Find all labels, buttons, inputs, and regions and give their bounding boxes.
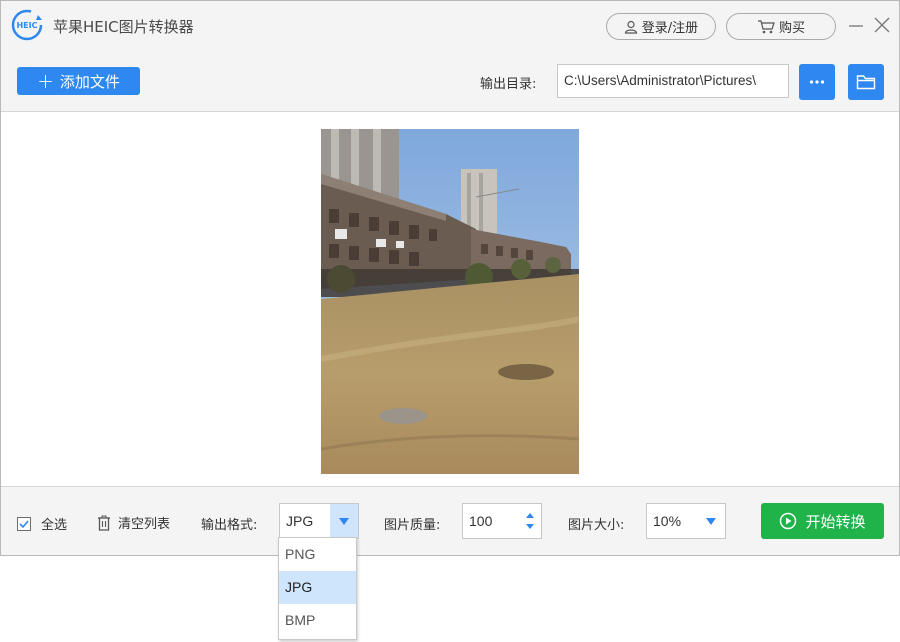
- triangle-down-icon: [339, 517, 349, 525]
- login-button[interactable]: 登录/注册: [606, 13, 716, 40]
- format-option-jpg[interactable]: JPG: [279, 571, 356, 604]
- logo-text: HEIC: [16, 21, 37, 30]
- size-select[interactable]: 10%: [646, 503, 726, 539]
- browse-button[interactable]: [799, 64, 835, 100]
- format-dropdown-arrow[interactable]: [330, 504, 358, 538]
- quality-label: 图片质量:: [384, 518, 441, 533]
- bottom-bar: 全选 清空列表 输出格式: JPG 图片质量: 100 图片大小: 10% 开始…: [1, 487, 899, 555]
- toolbar: + 添加文件 输出目录: C:\Users\Administrator\Pict…: [1, 53, 899, 111]
- open-folder-button[interactable]: [848, 64, 884, 100]
- photo-preview[interactable]: [321, 129, 579, 474]
- select-all-checkbox[interactable]: 全选: [17, 514, 67, 533]
- plus-icon: +: [37, 69, 54, 93]
- clear-list-label: 清空列表: [118, 517, 171, 532]
- clear-list-button[interactable]: 清空列表: [96, 513, 170, 532]
- start-convert-button[interactable]: 开始转换: [761, 503, 884, 539]
- checkbox-checked-icon: [17, 516, 31, 531]
- triangle-down-icon[interactable]: [526, 524, 534, 529]
- close-icon[interactable]: [872, 15, 892, 35]
- more-icon: [809, 80, 825, 84]
- size-label: 图片大小:: [568, 518, 625, 533]
- user-icon: [624, 20, 637, 34]
- quality-value: 100: [469, 513, 493, 529]
- output-dir-label: 输出目录:: [480, 77, 537, 92]
- login-label: 登录/注册: [641, 21, 699, 36]
- format-dropdown-list: PNG JPG BMP: [278, 537, 357, 640]
- cart-icon: [757, 19, 775, 33]
- add-file-button[interactable]: + 添加文件: [17, 67, 140, 95]
- size-value: 10%: [653, 513, 682, 529]
- quality-stepper[interactable]: 100: [462, 503, 542, 539]
- format-option-bmp[interactable]: BMP: [279, 604, 356, 637]
- play-circle-icon: [780, 512, 797, 530]
- trash-icon: [98, 515, 110, 531]
- select-all-label: 全选: [41, 518, 68, 533]
- format-label: 输出格式:: [201, 518, 258, 533]
- app-title: 苹果HEIC图片转换器: [53, 18, 194, 36]
- file-preview-area[interactable]: [1, 111, 899, 487]
- triangle-up-icon[interactable]: [526, 513, 534, 518]
- triangle-down-icon: [706, 517, 716, 525]
- folder-icon: [856, 75, 876, 90]
- app-window: HEIC 苹果HEIC图片转换器 登录/注册 购买 + 添加文件 输出目录: C…: [0, 0, 900, 556]
- buy-button[interactable]: 购买: [726, 13, 836, 40]
- format-option-png[interactable]: PNG: [279, 538, 356, 571]
- buy-label: 购买: [778, 21, 805, 36]
- title-bar: HEIC 苹果HEIC图片转换器 登录/注册 购买: [1, 1, 899, 53]
- quality-spin-buttons[interactable]: [519, 504, 541, 538]
- start-convert-label: 开始转换: [805, 512, 866, 531]
- size-dropdown-arrow[interactable]: [697, 504, 725, 538]
- output-dir-field[interactable]: C:\Users\Administrator\Pictures\: [557, 64, 789, 98]
- minimize-icon[interactable]: [846, 15, 866, 35]
- format-value: JPG: [286, 513, 314, 529]
- format-select[interactable]: JPG: [279, 503, 359, 539]
- heic-logo-icon: HEIC: [11, 9, 43, 41]
- add-file-label: 添加文件: [59, 72, 120, 91]
